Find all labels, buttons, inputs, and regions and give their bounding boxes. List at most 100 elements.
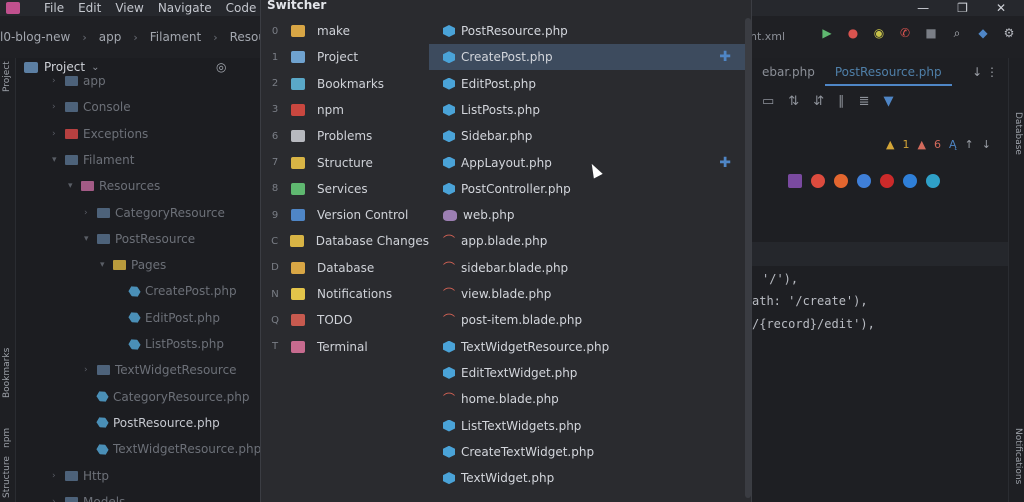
tree-item[interactable]: PostResource.php xyxy=(84,412,220,434)
switcher-file-item[interactable]: PostController.php xyxy=(429,176,745,202)
chevron-icon[interactable]: › xyxy=(52,497,60,502)
ie-icon[interactable] xyxy=(903,174,917,188)
tree-item[interactable]: › Console xyxy=(52,96,131,118)
structure-tool-label[interactable]: Structure xyxy=(2,456,12,498)
menu-edit[interactable]: Edit xyxy=(78,1,101,15)
tree-item[interactable]: › CategoryResource xyxy=(84,202,225,224)
split-open-icon[interactable]: ✚ xyxy=(719,50,731,64)
tree-item[interactable]: ▾ Resources xyxy=(68,175,160,197)
stop-icon[interactable]: ■ xyxy=(924,26,938,40)
tree-item[interactable]: ▾ Pages xyxy=(100,254,166,276)
debug-icon[interactable]: ● xyxy=(846,26,860,40)
switcher-file-item[interactable]: EditTextWidget.php xyxy=(429,360,745,386)
switcher-tool-problems[interactable]: 6 Problems xyxy=(261,123,429,149)
align-icon[interactable]: ⇵ xyxy=(813,94,824,109)
notifications-tool-label[interactable]: Notifications xyxy=(1013,428,1023,484)
format-icon[interactable]: ≣ xyxy=(859,94,870,109)
menu-navigate[interactable]: Navigate xyxy=(158,1,212,15)
switcher-file-item[interactable]: ⌒ app.blade.php xyxy=(429,228,745,254)
sort-icon[interactable]: ⇅ xyxy=(788,94,799,109)
breadcrumb-app[interactable]: app xyxy=(99,30,122,44)
chevron-icon[interactable]: › xyxy=(84,208,92,218)
firefox-icon[interactable] xyxy=(834,174,848,188)
update-icon[interactable]: ◆ xyxy=(976,26,990,40)
switcher-file-item[interactable]: TextWidget.php xyxy=(429,465,745,491)
chevron-icon[interactable]: ▾ xyxy=(84,234,92,244)
switcher-tool-version-control[interactable]: 9 Version Control xyxy=(261,202,429,228)
run-configuration-select[interactable]: nt.xml xyxy=(750,30,785,43)
tree-item[interactable]: › app xyxy=(52,70,106,92)
switcher-tool-notifications[interactable]: N Notifications xyxy=(261,281,429,307)
switcher-file-item[interactable]: PostResource.php xyxy=(429,18,745,44)
switcher-file-item[interactable]: CreatePost.php ✚ xyxy=(429,44,745,71)
switcher-file-item[interactable]: ListTextWidgets.php xyxy=(429,413,745,439)
chevron-icon[interactable]: ▾ xyxy=(100,260,108,270)
chevron-icon[interactable]: ▾ xyxy=(68,181,76,191)
switcher-file-item[interactable]: ⌒ post-item.blade.php xyxy=(429,307,745,333)
chevron-icon[interactable]: › xyxy=(52,102,60,112)
run-icon[interactable]: ▶ xyxy=(820,26,834,40)
tree-item[interactable]: ▾ Filament xyxy=(52,149,134,171)
restore-icon[interactable]: ❐ xyxy=(957,1,968,15)
chevron-icon[interactable]: › xyxy=(52,129,60,139)
tabs-menu-icon[interactable]: ↓ ⋮ xyxy=(972,65,1008,79)
phpstorm-browser-icon[interactable] xyxy=(788,174,802,188)
chevron-icon[interactable]: › xyxy=(84,365,92,375)
switcher-tool-services[interactable]: 8 Services xyxy=(261,176,429,202)
target-icon[interactable]: ◎ xyxy=(216,60,226,74)
filter-icon[interactable]: ▼ xyxy=(884,94,894,109)
switcher-tool-make[interactable]: 0 make xyxy=(261,18,429,44)
columns-icon[interactable]: ∥ xyxy=(838,94,845,109)
database-tool-label[interactable]: Database xyxy=(1013,112,1023,155)
switcher-tool-project[interactable]: 1 Project xyxy=(261,44,429,70)
chrome-icon[interactable] xyxy=(811,174,825,188)
switcher-tool-terminal[interactable]: T Terminal xyxy=(261,334,429,360)
menu-file[interactable]: File xyxy=(44,1,64,15)
switcher-tool-npm[interactable]: 3 npm xyxy=(261,97,429,123)
menu-code[interactable]: Code xyxy=(226,1,257,15)
switcher-tool-database-changes[interactable]: C Database Changes xyxy=(261,228,429,254)
switcher-file-item[interactable]: ⌒ sidebar.blade.php xyxy=(429,255,745,281)
switcher-file-item[interactable]: EditPost.php xyxy=(429,71,745,97)
switcher-file-item[interactable]: ⌒ view.blade.php xyxy=(429,281,745,307)
layout-icon[interactable]: ▭ xyxy=(762,94,774,109)
breadcrumb-filament[interactable]: Filament xyxy=(150,30,201,44)
switcher-file-item[interactable]: web.php xyxy=(429,202,745,228)
settings-icon[interactable]: ⚙ xyxy=(1002,26,1016,40)
switcher-file-item[interactable]: Sidebar.php xyxy=(429,123,745,149)
chevron-icon[interactable]: › xyxy=(52,471,60,481)
tree-item[interactable]: CategoryResource.php xyxy=(84,386,250,408)
switcher-file-item[interactable]: CreateTextWidget.php xyxy=(429,439,745,465)
tree-item[interactable]: EditPost.php xyxy=(116,307,220,329)
menu-view[interactable]: View xyxy=(115,1,143,15)
phone-icon[interactable]: ✆ xyxy=(898,26,912,40)
switcher-file-item[interactable]: ⌒ home.blade.php xyxy=(429,386,745,412)
switcher-scrollbar[interactable] xyxy=(745,18,751,498)
switcher-tool-bookmarks[interactable]: 2 Bookmarks xyxy=(261,71,429,97)
up-arrow-icon[interactable]: ↑ xyxy=(964,138,973,151)
switcher-tool-todo[interactable]: Q TODO xyxy=(261,307,429,333)
chevron-icon[interactable]: ▾ xyxy=(52,155,60,165)
tree-item[interactable]: › Exceptions xyxy=(52,123,148,145)
inspections-widget[interactable]: ▲ 1 ▲ 6 Ą ↑ ↓ xyxy=(886,138,991,151)
tree-item[interactable]: CreatePost.php xyxy=(116,280,237,302)
npm-tool-label[interactable]: npm xyxy=(2,428,12,448)
tab-sidebar[interactable]: ebar.php xyxy=(752,65,825,79)
tree-item[interactable]: › TextWidgetResource xyxy=(84,359,237,381)
tree-item[interactable]: ▾ PostResource xyxy=(84,228,195,250)
safari-icon[interactable] xyxy=(857,174,871,188)
bookmarks-tool-label[interactable]: Bookmarks xyxy=(2,348,12,398)
search-icon[interactable]: ⌕ xyxy=(950,26,964,40)
tree-item[interactable]: › Models xyxy=(52,491,125,502)
switcher-file-item[interactable]: ListPosts.php xyxy=(429,97,745,123)
down-arrow-icon[interactable]: ↓ xyxy=(982,138,991,151)
chevron-icon[interactable]: › xyxy=(52,76,60,86)
tab-post-resource[interactable]: PostResource.php xyxy=(824,58,952,86)
opera-icon[interactable] xyxy=(880,174,894,188)
minimize-icon[interactable]: — xyxy=(917,1,929,15)
project-tool-label[interactable]: Project xyxy=(2,61,12,92)
switcher-tool-database[interactable]: D Database xyxy=(261,255,429,281)
switcher-file-item[interactable]: TextWidgetResource.php xyxy=(429,334,745,360)
switcher-file-item[interactable]: AppLayout.php ✚ xyxy=(429,150,745,176)
switcher-tool-structure[interactable]: 7 Structure xyxy=(261,150,429,176)
